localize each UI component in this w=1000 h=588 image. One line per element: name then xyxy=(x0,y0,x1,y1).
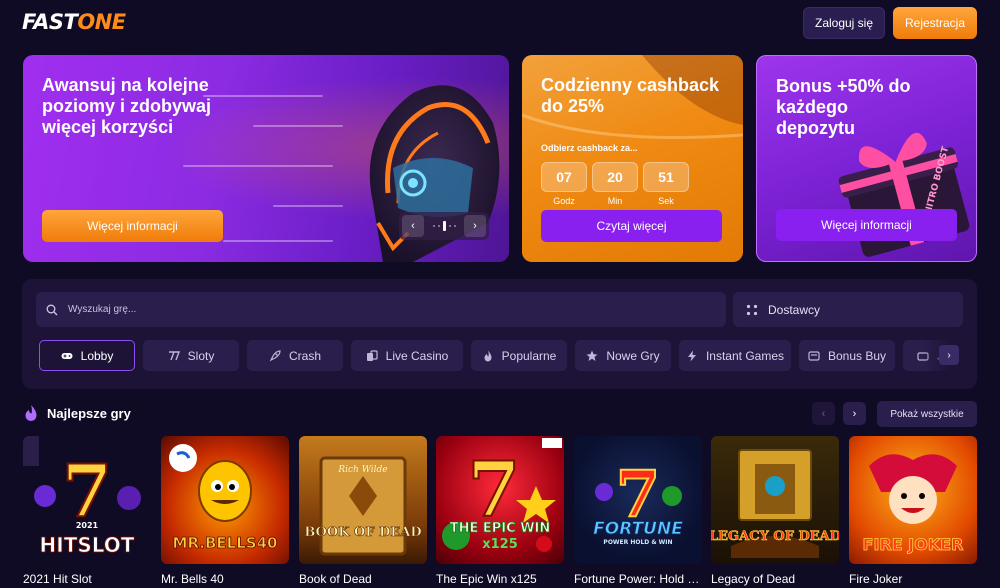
cards-icon xyxy=(366,349,378,361)
game-card[interactable]: 7 THE EPIC WIN x125 The Epic Win x125 xyxy=(436,436,564,586)
search-input[interactable]: Wyszukaj grę... xyxy=(36,292,726,327)
game-thumbnail[interactable]: Rich Wilde BOOK OF DEAD xyxy=(299,436,427,564)
svg-text:FIRE JOKER: FIRE JOKER xyxy=(863,535,964,554)
cart-icon xyxy=(808,350,820,361)
tabs-scroll-next-button[interactable]: › xyxy=(939,345,959,365)
providers-label: Dostawcy xyxy=(768,302,821,317)
game-art: 7 2021 HITSLOT xyxy=(23,436,141,557)
game-thumbnail[interactable]: 7 THE EPIC WIN x125 xyxy=(436,436,564,564)
fire-icon xyxy=(25,405,37,421)
game-title: Book of Dead xyxy=(299,572,372,586)
game-card[interactable]: 7 FORTUNE POWER HOLD & WIN Fortune Power… xyxy=(574,436,702,586)
tab-popular[interactable]: Popularne xyxy=(471,340,567,371)
game-card[interactable]: FIRE JOKER Fire Joker xyxy=(849,436,977,586)
svg-text:2021: 2021 xyxy=(76,521,99,530)
svg-text:POWER HOLD & WIN: POWER HOLD & WIN xyxy=(603,539,672,546)
countdown-minutes: 20 xyxy=(592,162,638,192)
deposit-bonus-banner[interactable]: NITRO BOOST Bonus +50% do każdego depozy… xyxy=(756,55,977,262)
svg-text:LEGACY OF DEAD: LEGACY OF DEAD xyxy=(711,529,839,544)
category-tabs: Lobby Sloty Crash Live Casino Popularne … xyxy=(39,340,963,371)
game-card[interactable]: Rich Wilde BOOK OF DEAD Book of Dead xyxy=(299,436,427,586)
countdown-seconds-label: Sek xyxy=(658,196,674,206)
game-art: FIRE JOKER xyxy=(862,454,964,554)
show-all-button[interactable]: Pokaż wszystkie xyxy=(877,401,977,427)
providers-dropdown[interactable]: Dostawcy xyxy=(733,292,963,327)
read-more-button[interactable]: Czytaj więcej xyxy=(541,210,722,242)
tab-instant-games[interactable]: Instant Games xyxy=(679,340,791,371)
tab-lobby[interactable]: Lobby xyxy=(39,340,135,371)
slider-prev-button[interactable]: ‹ xyxy=(402,215,424,237)
game-art: Rich Wilde BOOK OF DEAD xyxy=(304,456,422,556)
countdown-seconds: 51 xyxy=(643,162,689,192)
game-filter-panel: Wyszukaj grę... Dostawcy Lobby Sloty Cra… xyxy=(22,279,977,389)
countdown-hours-label: Godz xyxy=(553,196,575,206)
logo-part-fast: FAST xyxy=(22,10,78,34)
register-button[interactable]: Rejestracja xyxy=(893,7,977,39)
banner-title: Codzienny cashback do 25% xyxy=(541,75,720,116)
game-title: Mr. Bells 40 xyxy=(161,572,224,586)
games-next-button[interactable]: › xyxy=(843,402,866,425)
game-title: Legacy of Dead xyxy=(711,572,796,586)
cashback-label: Odbierz cashback za... xyxy=(541,143,638,153)
slider-controls: ‹ › xyxy=(399,212,489,240)
section-title: Najlepsze gry xyxy=(47,406,131,421)
game-title: Fortune Power: Hold & Win xyxy=(574,572,702,586)
seven-icon xyxy=(168,350,180,360)
game-thumbnail[interactable]: FIRE JOKER xyxy=(849,436,977,564)
slider-dots xyxy=(432,221,456,231)
svg-text:BOOK OF DEAD: BOOK OF DEAD xyxy=(304,525,421,540)
countdown-hours: 07 xyxy=(541,162,587,192)
game-art: MR.BELLS40 xyxy=(169,444,278,552)
cashback-banner[interactable]: Codzienny cashback do 25% Odbierz cashba… xyxy=(522,55,743,262)
bolt-icon xyxy=(687,350,696,361)
games-prev-button[interactable]: ‹ xyxy=(812,402,835,425)
game-art: 7 THE EPIC WIN x125 xyxy=(442,438,562,552)
game-card[interactable]: 7 2021 HITSLOT 2021 Hit Slot xyxy=(23,436,151,586)
tab-bonus-buy[interactable]: Bonus Buy xyxy=(799,340,895,371)
banner-title: Awansuj na kolejne poziomy i zdobywaj wi… xyxy=(42,75,212,137)
banner-title: Bonus +50% do każdego depozytu xyxy=(776,76,911,138)
gamepad-icon xyxy=(61,352,73,359)
svg-text:FORTUNE: FORTUNE xyxy=(593,519,683,539)
game-card[interactable]: LEGACY OF DEAD Legacy of Dead xyxy=(711,436,839,586)
svg-text:Rich Wilde: Rich Wilde xyxy=(337,465,387,475)
game-title: Fire Joker xyxy=(849,572,903,586)
game-thumbnail[interactable]: MR.BELLS40 xyxy=(161,436,289,564)
game-art: LEGACY OF DEAD xyxy=(711,449,839,558)
more-info-button[interactable]: Więcej informacji xyxy=(42,210,223,242)
search-icon xyxy=(46,304,58,315)
svg-text:x125: x125 xyxy=(482,537,518,552)
tab-live-casino[interactable]: Live Casino xyxy=(351,340,463,371)
game-card[interactable]: MR.BELLS40 Mr. Bells 40 xyxy=(161,436,289,586)
tab-slots[interactable]: Sloty xyxy=(143,340,239,371)
game-thumbnail[interactable]: 7 2021 HITSLOT xyxy=(23,436,151,564)
game-title: 2021 Hit Slot xyxy=(23,572,92,586)
game-title: The Epic Win x125 xyxy=(436,572,537,586)
countdown-timer: 07 Godz 20 Min 51 Sek xyxy=(541,162,689,206)
svg-text:HITSLOT: HITSLOT xyxy=(40,533,135,557)
logo-part-one: ONE xyxy=(77,10,126,34)
countdown-minutes-label: Min xyxy=(607,196,623,206)
more-info-button[interactable]: Więcej informacji xyxy=(776,209,957,241)
login-button[interactable]: Zaloguj się xyxy=(803,7,885,39)
svg-text:MR.BELLS40: MR.BELLS40 xyxy=(173,534,278,552)
game-art: 7 FORTUNE POWER HOLD & WIN xyxy=(593,456,684,546)
tab-crash[interactable]: Crash xyxy=(247,340,343,371)
rocket-icon xyxy=(269,349,281,361)
tab-new-games[interactable]: Nowe Gry xyxy=(575,340,671,371)
logo[interactable]: FAST ONE xyxy=(22,10,126,34)
fire-icon xyxy=(484,350,492,361)
star-icon xyxy=(586,350,598,361)
svg-text:THE EPIC WIN: THE EPIC WIN xyxy=(450,521,551,536)
grid-icon xyxy=(746,304,758,315)
search-placeholder: Wyszukaj grę... xyxy=(68,304,137,315)
game-thumbnail[interactable]: LEGACY OF DEAD xyxy=(711,436,839,564)
game-thumbnail[interactable]: 7 FORTUNE POWER HOLD & WIN xyxy=(574,436,702,564)
slider-next-button[interactable]: › xyxy=(464,215,486,237)
